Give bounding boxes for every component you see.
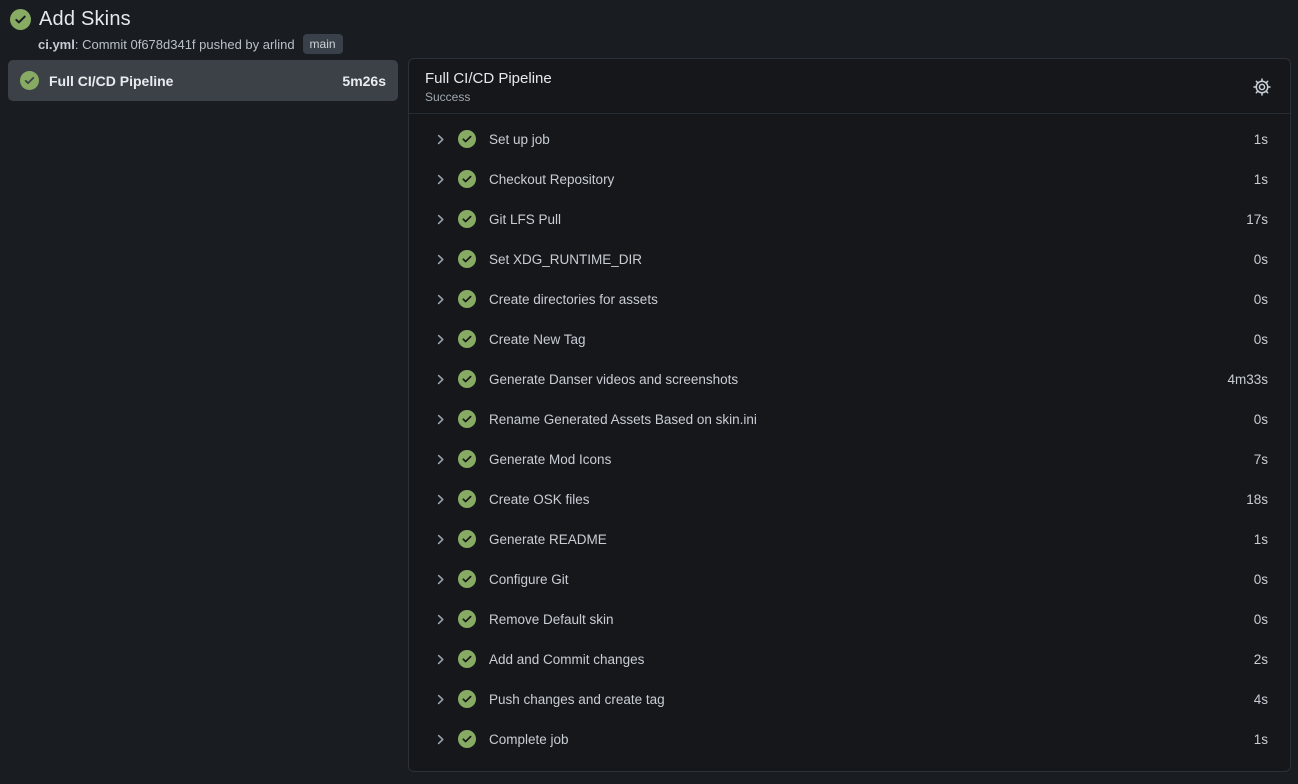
step-duration: 0s: [1254, 332, 1268, 347]
job-panel-title: Full CI/CD Pipeline: [425, 70, 552, 87]
commit-text: : Commit 0f678d341f pushed by arlind: [75, 37, 295, 52]
step-duration: 4m33s: [1227, 372, 1268, 387]
job-status-text: Success: [425, 90, 552, 104]
step-duration: 18s: [1246, 492, 1268, 507]
step-name: Create directories for assets: [489, 292, 658, 307]
chevron-right-icon[interactable]: [433, 452, 448, 467]
step-name: Rename Generated Assets Based on skin.in…: [489, 412, 757, 427]
step-duration: 1s: [1254, 732, 1268, 747]
step-duration: 1s: [1254, 172, 1268, 187]
step-status-check-circle-icon: [458, 370, 476, 388]
step-duration: 2s: [1254, 652, 1268, 667]
step-row[interactable]: Create directories for assets 0s: [409, 279, 1290, 319]
step-row[interactable]: Generate Danser videos and screenshots 4…: [409, 359, 1290, 399]
step-status-check-circle-icon: [458, 610, 476, 628]
step-name: Complete job: [489, 732, 569, 747]
step-name: Create OSK files: [489, 492, 590, 507]
chevron-right-icon[interactable]: [433, 132, 448, 147]
job-panel-header: Full CI/CD Pipeline Success: [409, 59, 1290, 114]
step-name: Remove Default skin: [489, 612, 614, 627]
step-status-check-circle-icon: [458, 690, 476, 708]
chevron-right-icon[interactable]: [433, 492, 448, 507]
step-name: Push changes and create tag: [489, 692, 665, 707]
step-duration: 1s: [1254, 532, 1268, 547]
workflow-file-link[interactable]: ci.yml: [38, 37, 75, 52]
step-name: Git LFS Pull: [489, 212, 561, 227]
step-row[interactable]: Create OSK files 18s: [409, 479, 1290, 519]
step-name: Generate Danser videos and screenshots: [489, 372, 738, 387]
step-status-check-circle-icon: [458, 290, 476, 308]
chevron-right-icon[interactable]: [433, 532, 448, 547]
step-status-check-circle-icon: [458, 450, 476, 468]
chevron-right-icon[interactable]: [433, 172, 448, 187]
step-name: Set up job: [489, 132, 550, 147]
step-row[interactable]: Complete job 1s: [409, 719, 1290, 759]
step-duration: 0s: [1254, 572, 1268, 587]
step-duration: 0s: [1254, 412, 1268, 427]
job-name: Full CI/CD Pipeline: [49, 73, 173, 89]
step-status-check-circle-icon: [458, 650, 476, 668]
step-row[interactable]: Generate README 1s: [409, 519, 1290, 559]
chevron-right-icon[interactable]: [433, 292, 448, 307]
job-list: Full CI/CD Pipeline 5m26s: [8, 60, 398, 101]
chevron-right-icon[interactable]: [433, 252, 448, 267]
step-row[interactable]: Generate Mod Icons 7s: [409, 439, 1290, 479]
step-row[interactable]: Create New Tag 0s: [409, 319, 1290, 359]
step-name: Add and Commit changes: [489, 652, 644, 667]
step-duration: 0s: [1254, 612, 1268, 627]
step-status-check-circle-icon: [458, 530, 476, 548]
step-name: Create New Tag: [489, 332, 586, 347]
step-duration: 17s: [1246, 212, 1268, 227]
step-status-check-circle-icon: [458, 410, 476, 428]
step-duration: 7s: [1254, 452, 1268, 467]
step-status-check-circle-icon: [458, 130, 476, 148]
step-duration: 0s: [1254, 252, 1268, 267]
chevron-right-icon[interactable]: [433, 332, 448, 347]
job-panel-heading: Full CI/CD Pipeline Success: [425, 70, 552, 104]
run-subtitle: ci.yml: Commit 0f678d341f pushed by arli…: [38, 34, 1298, 54]
step-row[interactable]: Add and Commit changes 2s: [409, 639, 1290, 679]
step-row[interactable]: Push changes and create tag 4s: [409, 679, 1290, 719]
run-header: Add Skins ci.yml: Commit 0f678d341f push…: [0, 0, 1298, 56]
step-row[interactable]: Set up job 1s: [409, 119, 1290, 159]
step-row[interactable]: Checkout Repository 1s: [409, 159, 1290, 199]
run-status-check-circle-icon: [10, 9, 31, 30]
chevron-right-icon[interactable]: [433, 692, 448, 707]
step-status-check-circle-icon: [458, 170, 476, 188]
job-duration: 5m26s: [342, 73, 386, 89]
step-list: Set up job 1s Checkout Repository 1s Git…: [409, 114, 1290, 771]
step-status-check-circle-icon: [458, 490, 476, 508]
step-status-check-circle-icon: [458, 210, 476, 228]
gear-icon[interactable]: [1250, 75, 1274, 99]
step-name: Checkout Repository: [489, 172, 614, 187]
step-name: Configure Git: [489, 572, 569, 587]
chevron-right-icon[interactable]: [433, 572, 448, 587]
step-row[interactable]: Rename Generated Assets Based on skin.in…: [409, 399, 1290, 439]
step-name: Generate Mod Icons: [489, 452, 611, 467]
step-status-check-circle-icon: [458, 250, 476, 268]
job-list-item-selected[interactable]: Full CI/CD Pipeline 5m26s: [8, 60, 398, 101]
chevron-right-icon[interactable]: [433, 652, 448, 667]
step-status-check-circle-icon: [458, 570, 476, 588]
step-row[interactable]: Git LFS Pull 17s: [409, 199, 1290, 239]
run-title: Add Skins: [39, 8, 131, 31]
chevron-right-icon[interactable]: [433, 212, 448, 227]
step-duration: 1s: [1254, 132, 1268, 147]
step-duration: 4s: [1254, 692, 1268, 707]
step-row[interactable]: Set XDG_RUNTIME_DIR 0s: [409, 239, 1290, 279]
step-name: Set XDG_RUNTIME_DIR: [489, 252, 642, 267]
chevron-right-icon[interactable]: [433, 732, 448, 747]
step-row[interactable]: Configure Git 0s: [409, 559, 1290, 599]
chevron-right-icon[interactable]: [433, 412, 448, 427]
branch-badge[interactable]: main: [303, 34, 343, 54]
step-row[interactable]: Remove Default skin 0s: [409, 599, 1290, 639]
chevron-right-icon[interactable]: [433, 612, 448, 627]
step-status-check-circle-icon: [458, 730, 476, 748]
step-status-check-circle-icon: [458, 330, 476, 348]
job-detail-panel: Full CI/CD Pipeline Success Set up job 1…: [408, 58, 1291, 772]
job-status-check-circle-icon: [20, 71, 39, 90]
step-name: Generate README: [489, 532, 607, 547]
step-duration: 0s: [1254, 292, 1268, 307]
chevron-right-icon[interactable]: [433, 372, 448, 387]
